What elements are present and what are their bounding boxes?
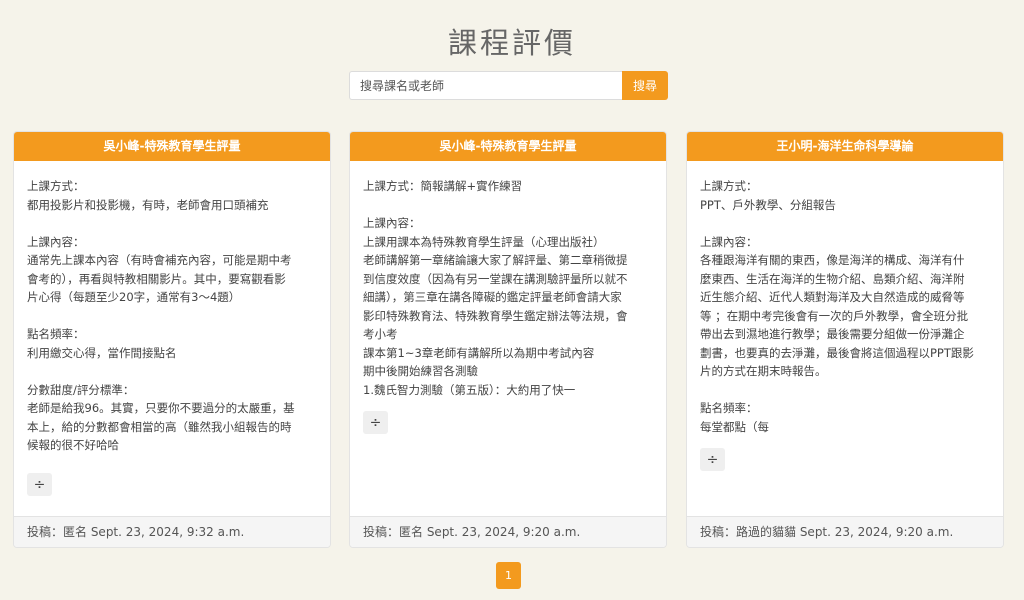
review-card: 王小明-海洋生命科學導論 上課方式： PPT、戶外教學、分組報告 上課內容： 各… — [686, 131, 1004, 548]
search-bar: 搜尋 — [349, 71, 668, 100]
review-card-body: 上課方式： PPT、戶外教學、分組報告 上課內容： 各種跟海洋有關的東西，像是海… — [687, 161, 1003, 517]
review-section: 上課方式： 都用投影片和投影機，有時，老師會用口頭補充 — [27, 179, 269, 212]
review-section: 上課內容： 各種跟海洋有關的東西，像是海洋的構成、海洋有什 麼東西、生活在海洋的… — [700, 234, 974, 379]
review-card: 吳小峰-特殊教育學生評量 上課方式： 都用投影片和投影機，有時，老師會用口頭補充… — [13, 131, 331, 548]
review-card-footer: 投稿：匿名 Sept. 23, 2024, 9:32 a.m. — [14, 516, 330, 547]
review-card-body: 上課方式： 都用投影片和投影機，有時，老師會用口頭補充 上課內容： 通常先上課本… — [14, 161, 330, 517]
review-section: 上課內容： 通常先上課本內容（有時會補充內容，可能是期中考 會考的），再看與特教… — [27, 234, 292, 305]
review-section: 上課內容： 上課用課本為特殊教育學生評量（心理出版社） 老師講解第一章緒論讓大家… — [363, 216, 628, 397]
search-button[interactable]: 搜尋 — [622, 71, 668, 100]
review-card-body: 上課方式：簡報講解+實作練習 上課內容： 上課用課本為特殊教育學生評量（心理出版… — [350, 161, 666, 517]
page-title: 課程評價 — [447, 26, 576, 60]
review-section: 點名頻率： 每堂都點（每 — [700, 401, 769, 434]
review-card-footer: 投稿：路過的貓貓 Sept. 23, 2024, 9:20 a.m. — [687, 516, 1003, 547]
page: 課程評價 搜尋 吳小峰-特殊教育學生評量 上課方式： 都用投影片和投影機，有時，… — [0, 0, 1024, 600]
search-input[interactable] — [349, 71, 622, 100]
review-card: 吳小峰-特殊教育學生評量 上課方式：簡報講解+實作練習 上課內容： 上課用課本為… — [349, 131, 667, 548]
expand-icon[interactable]: ÷ — [363, 411, 388, 434]
review-section: 點名頻率： 利用繳交心得，當作間接點名 — [27, 327, 177, 360]
pagination-page-button[interactable]: 1 — [496, 562, 521, 589]
review-card-title: 王小明-海洋生命科學導論 — [687, 132, 1003, 161]
review-card-title: 吳小峰-特殊教育學生評量 — [14, 132, 330, 161]
review-section: 分數甜度/評分標準： 老師是給我96。其實，只要你不要過分的太嚴重，基 本上，給… — [27, 382, 295, 453]
expand-icon[interactable]: ÷ — [700, 448, 725, 471]
expand-icon[interactable]: ÷ — [27, 473, 52, 496]
review-section: 上課方式： PPT、戶外教學、分組報告 — [700, 179, 836, 212]
review-card-title: 吳小峰-特殊教育學生評量 — [350, 132, 666, 161]
review-card-footer: 投稿：匿名 Sept. 23, 2024, 9:20 a.m. — [350, 516, 666, 547]
review-section: 上課方式：簡報講解+實作練習 — [363, 179, 523, 193]
